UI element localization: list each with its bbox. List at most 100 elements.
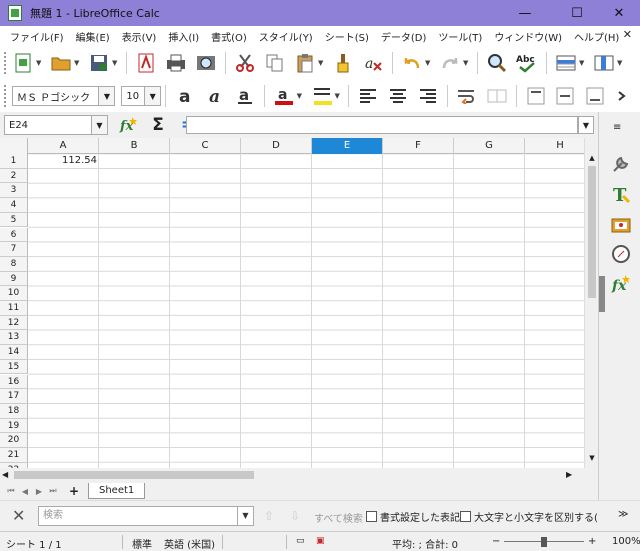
print-icon[interactable] xyxy=(164,51,188,75)
highlight-dropdown-icon[interactable]: ▼ xyxy=(334,92,342,100)
close-window-button[interactable]: ✕ xyxy=(596,0,640,26)
row-header[interactable]: 1 xyxy=(0,154,28,169)
align-top-icon[interactable] xyxy=(524,84,548,108)
menu-tools[interactable]: ツール(T) xyxy=(432,29,488,44)
previous-sheet-icon[interactable]: ◀ xyxy=(18,487,32,496)
menu-format[interactable]: 書式(O) xyxy=(205,29,253,44)
find-next-icon[interactable]: ⇩ xyxy=(290,509,300,523)
menu-view[interactable]: 表示(V) xyxy=(116,29,163,44)
column-header-d[interactable]: D xyxy=(241,138,312,154)
align-right-icon[interactable] xyxy=(416,84,440,108)
menu-window[interactable]: ウィンドウ(W) xyxy=(488,29,568,44)
menu-styles[interactable]: スタイル(Y) xyxy=(253,29,319,44)
chevron-down-icon[interactable]: ▼ xyxy=(91,116,107,134)
row-header[interactable]: 18 xyxy=(0,403,28,419)
cell-area[interactable] xyxy=(28,154,598,468)
chevron-down-icon[interactable]: ▼ xyxy=(98,87,115,105)
more-options-icon[interactable]: ≫ xyxy=(618,509,628,520)
align-left-icon[interactable] xyxy=(356,84,380,108)
expand-formula-icon[interactable]: ▼ xyxy=(578,116,594,134)
styles-icon[interactable]: T xyxy=(609,182,633,206)
first-sheet-icon[interactable]: ⏮ xyxy=(4,486,18,496)
sidebar-menu-icon[interactable]: ≡ xyxy=(613,122,621,133)
paste-icon[interactable] xyxy=(293,51,317,75)
horizontal-scrollbar[interactable]: ◀ ▶ xyxy=(0,468,598,482)
column-header-b[interactable]: B xyxy=(99,138,170,154)
merge-cells-icon[interactable] xyxy=(485,84,509,108)
chevron-down-icon[interactable]: ▼ xyxy=(144,87,161,105)
print-preview-icon[interactable] xyxy=(194,51,218,75)
spreadsheet-grid[interactable]: A B C D E F G H 1 2 3 4 5 6 7 8 9 10 11 12 13 14 15 16 1… xyxy=(0,138,598,468)
zoom-in-icon[interactable]: + xyxy=(588,536,596,547)
select-all-corner[interactable] xyxy=(0,138,28,154)
sidebar-collapse-handle[interactable] xyxy=(599,276,605,312)
open-folder-icon[interactable] xyxy=(49,51,73,75)
redo-icon[interactable] xyxy=(438,51,462,75)
function-wizard-icon[interactable]: fx xyxy=(116,113,140,137)
chevron-down-icon[interactable]: ▼ xyxy=(237,507,253,525)
export-pdf-icon[interactable] xyxy=(134,51,158,75)
align-center-icon[interactable] xyxy=(386,84,410,108)
name-box[interactable]: E24 ▼ xyxy=(4,115,108,135)
find-replace-icon[interactable] xyxy=(485,51,509,75)
underline-icon[interactable]: a xyxy=(233,84,257,108)
row-icon[interactable] xyxy=(554,51,578,75)
scroll-down-icon[interactable]: ▼ xyxy=(585,454,599,466)
spelling-icon[interactable]: Abc xyxy=(515,51,539,75)
font-size-box[interactable]: 10 ▼ xyxy=(121,86,162,106)
column-header-g[interactable]: G xyxy=(454,138,525,154)
highlight-color-icon[interactable] xyxy=(310,84,334,108)
more-options-icon[interactable] xyxy=(610,84,634,108)
new-dropdown-icon[interactable]: ▼ xyxy=(36,59,44,67)
scroll-up-icon[interactable]: ▲ xyxy=(585,154,599,166)
copy-icon[interactable] xyxy=(263,51,287,75)
document-modified-icon[interactable]: ▣ xyxy=(316,536,325,546)
toolbar-grip[interactable] xyxy=(4,85,8,107)
add-sheet-button[interactable]: + xyxy=(66,484,82,498)
save-icon[interactable] xyxy=(87,51,111,75)
row-header[interactable]: 19 xyxy=(0,418,28,434)
wrap-text-icon[interactable] xyxy=(455,84,479,108)
toolbar-grip[interactable] xyxy=(4,52,8,74)
find-input[interactable]: 検索 ▼ xyxy=(38,506,254,526)
bold-icon[interactable]: a xyxy=(173,84,197,108)
maximize-button[interactable]: ☐ xyxy=(554,0,600,26)
align-bottom-icon[interactable] xyxy=(583,84,607,108)
undo-dropdown-icon[interactable]: ▼ xyxy=(425,59,433,67)
row-header[interactable]: 7 xyxy=(0,242,28,257)
menu-insert[interactable]: 挿入(I) xyxy=(162,29,205,44)
sheet-tab-sheet1[interactable]: Sheet1 xyxy=(88,483,146,499)
new-document-icon[interactable] xyxy=(11,51,35,75)
row-header[interactable]: 11 xyxy=(0,301,28,316)
row-header[interactable]: 4 xyxy=(0,198,28,213)
row-header[interactable]: 8 xyxy=(0,256,28,272)
insert-mode-icon[interactable]: ▭ xyxy=(296,536,305,546)
clone-formatting-icon[interactable] xyxy=(331,51,355,75)
row-header[interactable]: 10 xyxy=(0,286,28,301)
column-header-e[interactable]: E xyxy=(312,138,383,154)
find-previous-icon[interactable]: ⇧ xyxy=(264,509,274,523)
zoom-level[interactable]: 100% xyxy=(612,536,640,547)
row-header[interactable]: 20 xyxy=(0,433,28,448)
open-dropdown-icon[interactable]: ▼ xyxy=(74,59,82,67)
row-header[interactable]: 5 xyxy=(0,212,28,228)
close-document-icon[interactable]: ✕ xyxy=(623,28,632,41)
column-header-c[interactable]: C xyxy=(170,138,241,154)
menu-data[interactable]: データ(D) xyxy=(375,29,433,44)
paste-dropdown-icon[interactable]: ▼ xyxy=(318,59,326,67)
vertical-scroll-thumb[interactable] xyxy=(588,166,596,298)
cut-icon[interactable] xyxy=(233,51,257,75)
menu-edit[interactable]: 編集(E) xyxy=(70,29,116,44)
last-sheet-icon[interactable]: ⏭ xyxy=(46,486,60,496)
zoom-slider-knob[interactable] xyxy=(541,537,547,547)
undo-icon[interactable] xyxy=(400,51,424,75)
page-style[interactable]: 標準 xyxy=(132,536,152,551)
align-middle-icon[interactable] xyxy=(554,84,578,108)
row-header[interactable]: 15 xyxy=(0,359,28,375)
column-header-a[interactable]: A xyxy=(28,138,99,154)
row-header[interactable]: 16 xyxy=(0,374,28,390)
next-sheet-icon[interactable]: ▶ xyxy=(32,487,46,496)
menu-help[interactable]: ヘルプ(H) xyxy=(568,29,625,44)
minimize-button[interactable]: — xyxy=(502,0,548,26)
row-header[interactable]: 17 xyxy=(0,389,28,404)
